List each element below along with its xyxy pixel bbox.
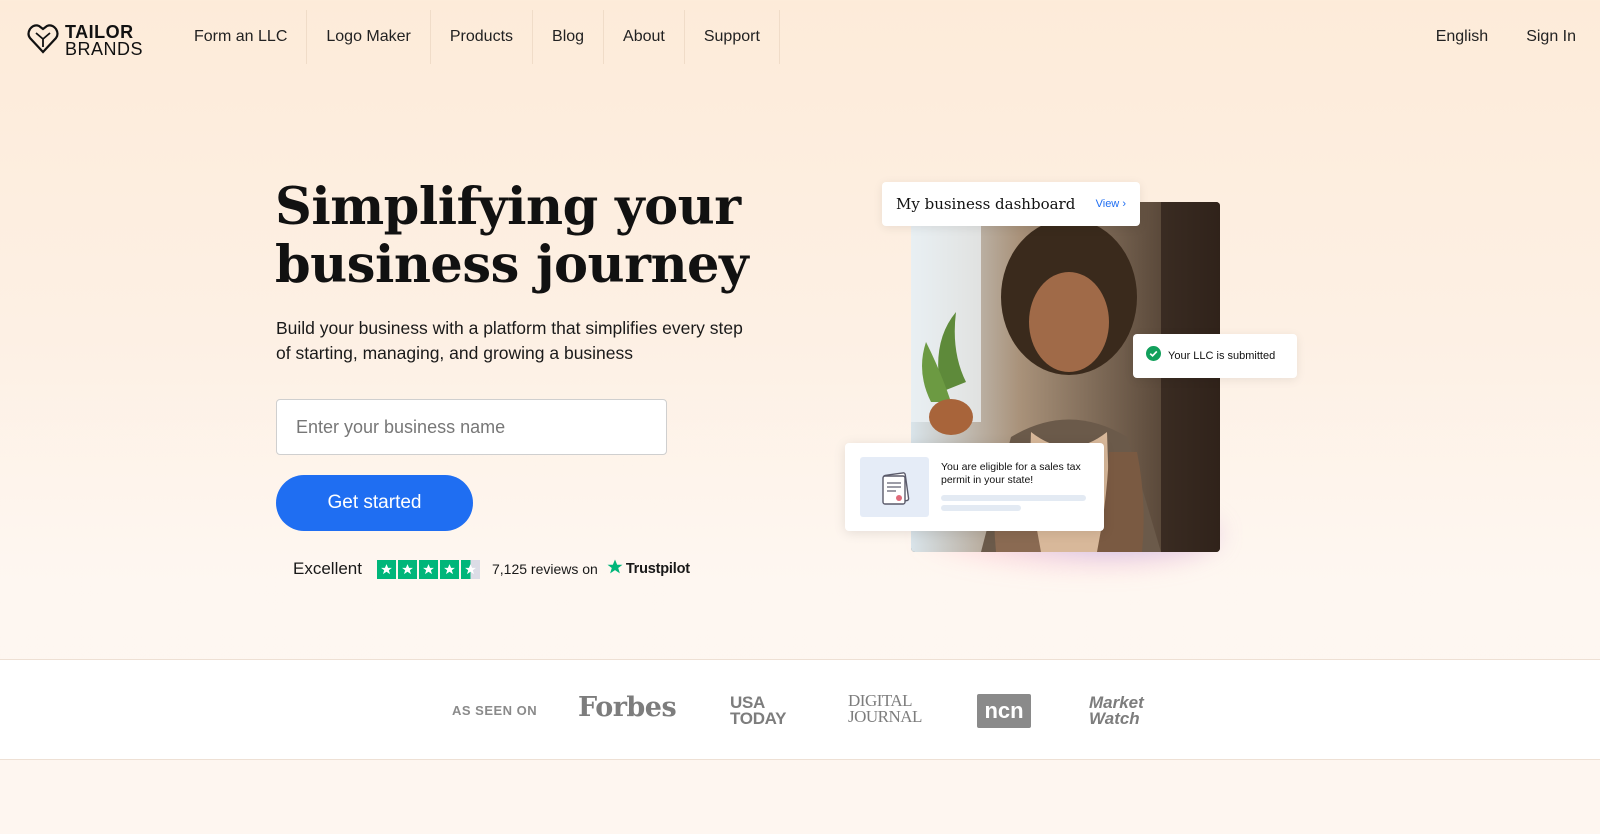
star-icon [418, 559, 438, 579]
placeholder-line [941, 495, 1086, 501]
usa-today-line2: TODAY [730, 709, 787, 728]
llc-status-card: Your LLC is submitted [1133, 334, 1297, 378]
forbes-logo: Forbes [578, 692, 677, 723]
as-seen-on-label: AS SEEN ON [452, 703, 538, 718]
star-icon [439, 559, 459, 579]
check-circle-icon [1146, 346, 1161, 366]
nav-item-about[interactable]: About [604, 10, 685, 64]
marketwatch-line2: Watch [1089, 709, 1140, 728]
logo-text-line2: BRANDS [65, 38, 144, 59]
trustpilot-stars [376, 559, 480, 579]
digital-journal-line2: JOURNAL [848, 707, 922, 726]
dashboard-view-label: View [1095, 198, 1120, 210]
nav-item-logo-maker[interactable]: Logo Maker [307, 10, 431, 64]
dashboard-view-link[interactable]: View › [1096, 198, 1126, 210]
half-star-icon [460, 559, 480, 579]
next-section-heading-peek [560, 818, 1040, 834]
logo-heart-icon [27, 21, 59, 60]
nav-item-support[interactable]: Support [685, 10, 780, 64]
chevron-right-icon: › [1122, 198, 1126, 210]
nav-links: Form an LLC Logo Maker Products Blog Abo… [175, 10, 780, 64]
dashboard-card[interactable]: My business dashboard View › [882, 182, 1140, 226]
tax-permit-text: You are eligible for a sales tax permit … [941, 461, 1081, 486]
ncn-logo: ncn [977, 694, 1031, 728]
logo-text-line1: TAILOR [65, 21, 134, 42]
star-icon [376, 559, 396, 579]
hero-title-line1: Simplifying your [275, 177, 741, 237]
press-bar: AS SEEN ON Forbes USA TODAY DIGITAL JOUR… [0, 659, 1600, 760]
tailor-brands-logo[interactable]: TAILOR BRANDS [27, 21, 143, 60]
nav-item-products[interactable]: Products [431, 10, 534, 64]
digital-journal-logo: DIGITAL JOURNAL [848, 692, 922, 726]
usa-today-logo: USA TODAY [730, 694, 787, 728]
sign-in-link[interactable]: Sign In [1526, 28, 1576, 46]
business-name-input[interactable] [276, 399, 667, 455]
top-nav: TAILOR BRANDS Form an LLC Logo Maker Pro… [0, 0, 1600, 74]
placeholder-line [941, 505, 1021, 511]
hero-title: Simplifying your business journey [275, 178, 795, 294]
tax-permit-card: You are eligible for a sales tax permit … [845, 443, 1104, 531]
nav-item-blog[interactable]: Blog [533, 10, 605, 64]
marketwatch-logo: Market Watch [1089, 694, 1144, 728]
get-started-button[interactable]: Get started [276, 475, 473, 531]
trustpilot-review-count: 7,125 reviews on [491, 561, 598, 577]
language-selector[interactable]: English [1436, 28, 1488, 46]
trustpilot-star-icon [606, 558, 624, 580]
llc-status-text: Your LLC is submitted [1168, 350, 1276, 362]
hero-title-line2: business journey [275, 235, 749, 295]
trustpilot-brand: Trustpilot [625, 561, 690, 577]
nav-item-form-llc[interactable]: Form an LLC [175, 10, 308, 64]
hero-subtitle: Build your business with a platform that… [276, 318, 743, 363]
star-icon [397, 559, 417, 579]
dashboard-card-title: My business dashboard [896, 195, 1076, 213]
trustpilot-rating-text: Excellent [293, 559, 362, 578]
trustpilot-widget[interactable]: Excellent 7,125 reviews on Trustpilot [293, 558, 690, 580]
certificate-icon [860, 457, 929, 517]
